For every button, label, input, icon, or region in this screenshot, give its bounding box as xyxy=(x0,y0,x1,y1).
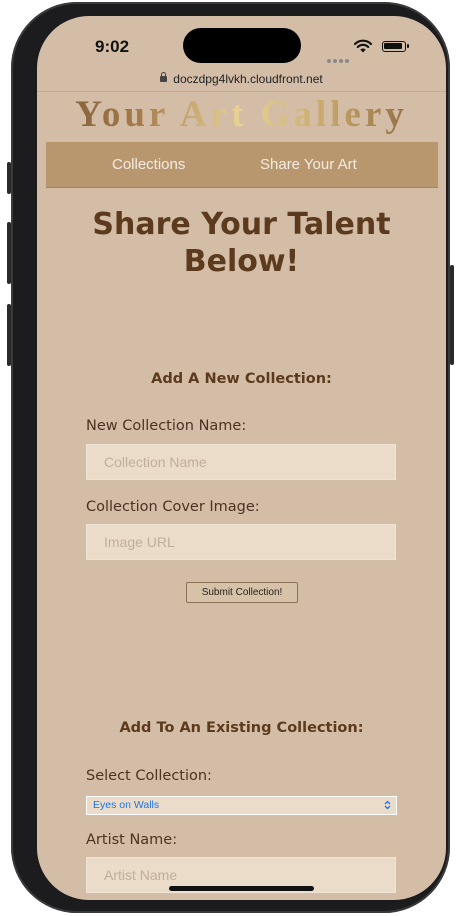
status-bar: 9:02 xyxy=(37,16,446,74)
submit-collection-button[interactable]: Submit Collection! xyxy=(186,582,298,603)
artist-name-label: Artist Name: xyxy=(86,832,178,848)
wifi-icon xyxy=(353,39,373,53)
address-bar[interactable]: doczdpg4lvkh.cloudfront.net xyxy=(37,68,446,90)
cellular-signal-icon xyxy=(327,48,351,67)
phone-screen: 9:02 doczdpg4lvkh.cloudfront.net Your Ar… xyxy=(37,16,446,900)
status-time: 9:02 xyxy=(95,37,130,56)
dynamic-island xyxy=(183,28,301,63)
nav-link-collections[interactable]: Collections xyxy=(112,142,185,187)
existing-collection-heading: Add To An Existing Collection: xyxy=(119,720,364,736)
home-indicator xyxy=(169,886,314,891)
collection-name-label: New Collection Name: xyxy=(86,418,247,434)
new-collection-heading: Add A New Collection: xyxy=(151,371,332,387)
lock-icon xyxy=(160,71,168,82)
phone-frame: 9:02 doczdpg4lvkh.cloudfront.net Your Ar… xyxy=(11,2,450,913)
battery-icon xyxy=(382,41,409,52)
power-button xyxy=(450,265,454,365)
collection-name-input[interactable] xyxy=(86,444,396,480)
cover-image-label: Collection Cover Image: xyxy=(86,499,260,515)
select-collection-label: Select Collection: xyxy=(86,768,212,784)
collection-select[interactable]: Eyes on Walls xyxy=(86,796,397,815)
page-heading: Share Your Talent Below! xyxy=(92,207,391,279)
nav-link-share-your-art[interactable]: Share Your Art xyxy=(260,142,357,187)
site-title: Your Art Gallery xyxy=(37,92,446,138)
chevron-up-down-icon xyxy=(384,800,391,810)
nav-bar: Collections Share Your Art xyxy=(46,142,438,188)
cover-image-url-input[interactable] xyxy=(86,524,396,560)
url-text: doczdpg4lvkh.cloudfront.net xyxy=(173,72,323,86)
collection-select-value: Eyes on Walls xyxy=(93,799,160,811)
